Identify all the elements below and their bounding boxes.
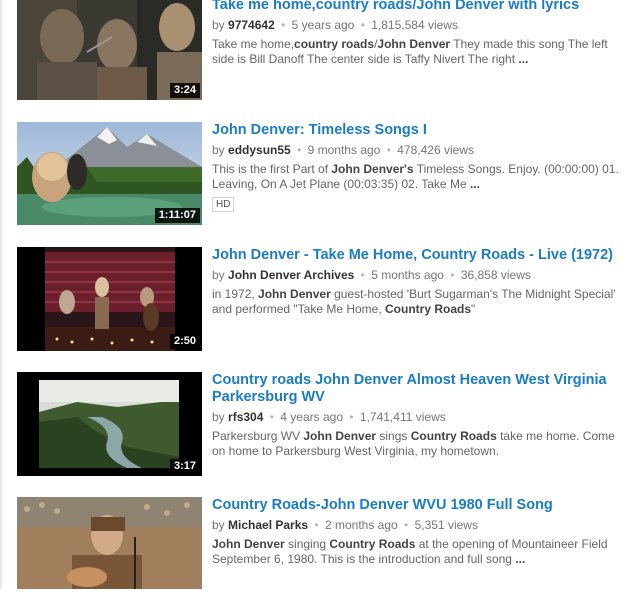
video-thumbnail[interactable]: 1:11:07 xyxy=(17,122,202,225)
video-duration: 1:11:07 xyxy=(154,208,200,223)
by-label: by xyxy=(212,143,225,157)
video-thumbnail[interactable]: 3:17 xyxy=(17,372,202,476)
separator-dot: • xyxy=(450,268,455,282)
video-info: John Denver: Timeless Songs I by eddysun… xyxy=(212,122,627,212)
video-info: John Denver - Take Me Home, Country Road… xyxy=(212,247,627,317)
channel-link[interactable]: John Denver Archives xyxy=(228,268,354,282)
video-meta: by rfs304 • 4 years ago • 1,741,411 view… xyxy=(212,410,627,425)
separator-dot: • xyxy=(360,268,365,282)
video-title-link[interactable]: Take me home,country roads/John Denver w… xyxy=(212,0,627,14)
channel-link[interactable]: rfs304 xyxy=(228,410,263,424)
description-keyword: ... xyxy=(469,177,480,191)
video-description: Take me home,country roads/John Denver T… xyxy=(212,37,627,67)
video-title-link[interactable]: John Denver - Take Me Home, Country Road… xyxy=(212,247,627,264)
description-text: Take me home, xyxy=(212,37,295,51)
video-result: 3:24 Take me home,country roads/John Den… xyxy=(17,0,629,107)
video-thumbnail[interactable] xyxy=(17,497,202,589)
separator-dot: • xyxy=(314,518,319,532)
video-description: Parkersburg WV John Denver sings Country… xyxy=(212,429,627,459)
description-text: Parkersburg WV xyxy=(212,429,304,443)
video-duration: 3:17 xyxy=(169,459,200,474)
video-result: 3:17 Country roads John Denver Almost He… xyxy=(17,372,629,482)
upload-age: 9 months ago xyxy=(307,143,381,157)
video-description: This is the first Part of John Denver's … xyxy=(212,162,627,192)
separator-dot: • xyxy=(281,18,286,32)
description-keyword: ... xyxy=(515,552,526,566)
left-divider xyxy=(0,0,2,589)
video-info: Country Roads-John Denver WVU 1980 Full … xyxy=(212,497,627,567)
view-count: 5,351 views xyxy=(414,518,478,532)
thumbnail-image xyxy=(17,497,202,589)
description-text: This is the first Part of xyxy=(212,162,332,176)
video-thumbnail[interactable]: 2:50 xyxy=(17,247,202,351)
channel-link[interactable]: Michael Parks xyxy=(228,518,308,532)
by-label: by xyxy=(212,518,225,532)
view-count: 1,741,411 views xyxy=(359,410,446,424)
view-count: 36,858 views xyxy=(460,268,531,282)
video-info: Country roads John Denver Almost Heaven … xyxy=(212,372,627,459)
description-keyword: John Denver xyxy=(258,287,331,301)
by-label: by xyxy=(212,268,225,282)
upload-age: 4 years ago xyxy=(280,410,344,424)
separator-dot: • xyxy=(386,143,391,157)
description-text: " xyxy=(471,302,476,316)
video-title-link[interactable]: Country roads John Denver Almost Heaven … xyxy=(212,372,627,406)
view-count: 1,815,584 views xyxy=(371,18,458,32)
description-keyword: John Denver's xyxy=(331,162,414,176)
separator-dot: • xyxy=(404,518,409,532)
video-meta: by eddysun55 • 9 months ago • 478,426 vi… xyxy=(212,143,627,158)
video-info: Take me home,country roads/John Denver w… xyxy=(212,0,627,67)
upload-age: 5 years ago xyxy=(291,18,355,32)
description-keyword: Country Roads xyxy=(329,537,416,551)
video-meta: by Michael Parks • 2 months ago • 5,351 … xyxy=(212,518,627,533)
hd-badge: HD xyxy=(212,197,235,212)
video-result: Country Roads-John Denver WVU 1980 Full … xyxy=(17,497,629,607)
separator-dot: • xyxy=(297,143,302,157)
channel-link[interactable]: eddysun55 xyxy=(228,143,291,157)
video-thumbnail[interactable]: 3:24 xyxy=(17,0,202,100)
video-duration: 2:50 xyxy=(169,334,200,349)
description-keyword: Country Roads xyxy=(385,302,472,316)
video-meta: by John Denver Archives • 5 months ago •… xyxy=(212,268,627,283)
video-meta: by 9774642 • 5 years ago • 1,815,584 vie… xyxy=(212,18,627,33)
by-label: by xyxy=(212,410,225,424)
channel-link[interactable]: 9774642 xyxy=(228,18,275,32)
video-description: in 1972, John Denver guest-hosted 'Burt … xyxy=(212,287,627,317)
by-label: by xyxy=(212,18,225,32)
video-description: John Denver singing Country Roads at the… xyxy=(212,537,627,567)
description-keyword: John Denver xyxy=(212,537,285,551)
upload-age: 5 months ago xyxy=(371,268,444,282)
separator-dot: • xyxy=(349,410,354,424)
description-text: singing xyxy=(284,537,330,551)
description-keyword: ... xyxy=(518,52,529,66)
video-duration: 3:24 xyxy=(169,83,200,98)
description-keyword: country roads xyxy=(294,37,375,51)
description-keyword: John Denver xyxy=(377,37,451,51)
upload-age: 2 months ago xyxy=(324,518,398,532)
video-title-link[interactable]: Country Roads-John Denver WVU 1980 Full … xyxy=(212,497,627,514)
description-text: sings xyxy=(376,429,411,443)
video-result: 1:11:07 John Denver: Timeless Songs I by… xyxy=(17,122,629,232)
description-keyword: John Denver xyxy=(303,429,377,443)
video-result: 2:50 John Denver - Take Me Home, Country… xyxy=(17,247,629,357)
video-title-link[interactable]: John Denver: Timeless Songs I xyxy=(212,122,627,139)
description-keyword: Country Roads xyxy=(410,429,497,443)
description-text: in 1972, xyxy=(212,287,259,301)
separator-dot: • xyxy=(360,18,365,32)
separator-dot: • xyxy=(269,410,274,424)
view-count: 478,426 views xyxy=(397,143,474,157)
